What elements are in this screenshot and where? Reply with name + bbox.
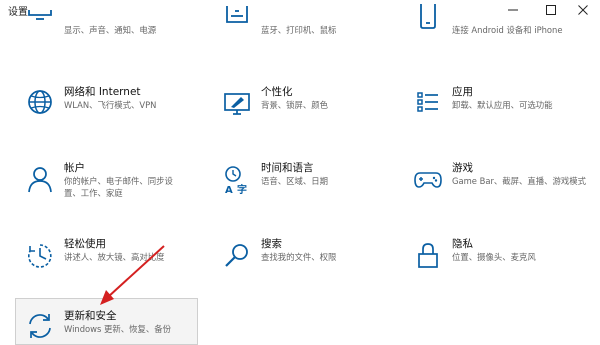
tile-title: 更新和安全 [64,310,117,322]
tile-gaming[interactable]: 游戏 Game Bar、截屏、直播、游戏模式 [406,160,587,222]
tile-description: 讲述人、放大镜、高对比度 [64,252,165,262]
tile-description: 蓝牙、打印机、鼠标 [261,25,337,35]
tile-description: 位置、摄像头、麦克风 [452,252,536,262]
tile-network[interactable]: 网络和 Internet WLAN、飞行模式、VPN [18,84,196,146]
keyboard-icon [221,0,253,32]
tile-ease-of-access[interactable]: 轻松使用 讲述人、放大镜、高对比度 [18,236,196,298]
gamepad-icon [412,164,444,196]
phone-icon [412,0,444,32]
tile-title: 时间和语言 [261,162,314,174]
desc-line: 你的帐户、电子邮件、同步设 [64,176,173,186]
tile-time-language[interactable]: A字 时间和语言 语音、区域、日期 [215,160,393,222]
tile-title: 轻松使用 [64,238,106,250]
tile-description: Windows 更新、恢复、备份 [64,324,172,334]
tile-title: 隐私 [452,238,473,250]
tile-description: Game Bar、截屏、直播、游戏模式 [452,176,587,186]
tile-search[interactable]: 搜索 查找我的文件、权限 [215,236,393,298]
tile-description: WLAN、飞行模式、VPN [64,100,157,110]
tile-description: 显示、声音、通知、电源 [64,25,157,35]
tile-personalization[interactable]: 个性化 背景、锁屏、颜色 [215,84,393,146]
tile-description: 查找我的文件、权限 [261,252,337,262]
search-icon [221,240,253,272]
time-language-icon: A字 [221,164,253,196]
svg-text:A: A [225,185,233,196]
svg-text:字: 字 [237,183,247,196]
tile-description: 语音、区域、日期 [261,176,328,186]
tile-accounts[interactable]: 帐户 你的帐户、电子邮件、同步设 置、工作、家庭 [18,160,196,222]
tile-title: 个性化 [261,86,293,98]
apps-list-icon [412,88,444,120]
tile-description: 背景、锁屏、颜色 [261,100,328,110]
tile-title: 搜索 [261,238,282,250]
tile-devices[interactable]: 蓝牙、打印机、鼠标 [215,0,393,62]
tile-privacy[interactable]: 隐私 位置、摄像头、麦克风 [406,236,584,298]
tile-title: 网络和 Internet [64,86,141,98]
monitor-icon [24,0,56,32]
paintbrush-monitor-icon [221,88,253,120]
desc-line: 置、工作、家庭 [64,188,123,198]
tile-title: 帐户 [64,162,85,174]
tile-description: 连接 Android 设备和 iPhone [452,25,563,35]
tile-system[interactable]: 显示、声音、通知、电源 [18,0,196,62]
sync-arrows-icon [24,310,56,342]
globe-icon [24,88,56,120]
tile-apps[interactable]: 应用 卸载、默认应用、可选功能 [406,84,584,146]
tile-title: 应用 [452,86,473,98]
tile-title: 游戏 [452,162,473,174]
tile-phone[interactable]: 连接 Android 设备和 iPhone [406,0,584,62]
lock-icon [412,240,444,272]
person-icon [24,164,56,196]
tile-description: 你的帐户、电子邮件、同步设 置、工作、家庭 [64,175,173,199]
ease-of-access-icon [24,240,56,272]
tile-description: 卸载、默认应用、可选功能 [452,100,553,110]
tile-update-security[interactable]: 更新和安全 Windows 更新、恢复、备份 [18,308,196,345]
